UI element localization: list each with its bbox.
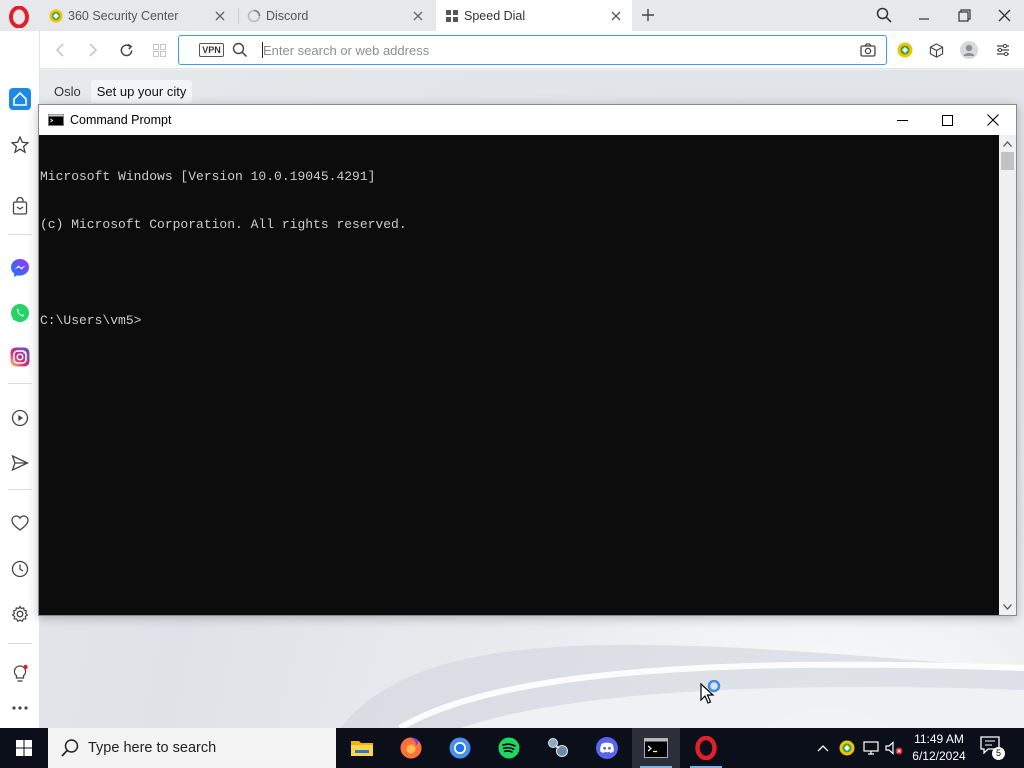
city-name: Oslo [54, 83, 81, 99]
heart-icon[interactable] [8, 511, 32, 535]
windows-icon [16, 740, 32, 756]
opera-menu-icon[interactable] [8, 6, 30, 28]
360-security-icon [48, 8, 64, 24]
opera-taskbar-icon[interactable] [682, 728, 730, 768]
home-icon[interactable] [8, 87, 32, 111]
sidebar-divider [8, 383, 32, 384]
restore-browser-button[interactable] [949, 2, 979, 28]
taskbar: Type here to search 11:49 AM 6/12/2024 5 [0, 728, 1024, 768]
tab-label: Speed Dial [464, 8, 526, 23]
taskbar-search-box[interactable]: Type here to search [48, 728, 336, 768]
volume-muted-icon[interactable] [885, 738, 903, 758]
more-icon[interactable] [8, 696, 32, 720]
mouse-cursor-icon [700, 680, 721, 704]
scroll-up-icon[interactable] [999, 135, 1016, 152]
sidebar-divider [8, 234, 32, 235]
whatsapp-icon[interactable] [8, 301, 32, 325]
clock-time: 11:49 AM [914, 732, 964, 746]
tab-discord[interactable]: Discord [238, 0, 434, 31]
network-app-icon[interactable] [534, 728, 582, 768]
cmd-minimize-button[interactable] [879, 105, 925, 135]
sidebar-divider [8, 643, 32, 644]
instagram-icon[interactable] [8, 345, 32, 369]
search-icon [232, 42, 248, 58]
camera-icon[interactable] [860, 42, 876, 58]
tab-speed-dial[interactable]: Speed Dial [436, 0, 632, 31]
network-icon[interactable] [862, 738, 880, 758]
send-icon[interactable] [8, 451, 32, 475]
360-extension-icon[interactable] [896, 41, 914, 59]
speed-dial-grid-button[interactable] [148, 39, 170, 61]
discord-icon[interactable] [583, 728, 631, 768]
shopping-icon[interactable] [8, 194, 32, 218]
cmd-title: Command Prompt [70, 113, 172, 127]
minimize-browser-button[interactable] [909, 2, 939, 28]
scroll-thumb[interactable] [1001, 152, 1014, 170]
close-tab-icon[interactable] [410, 8, 426, 24]
tab-360-security-center[interactable]: 360 Security Center [40, 0, 236, 31]
clock-date: 6/12/2024 [912, 749, 966, 763]
action-center-button[interactable]: 5 [980, 736, 1005, 760]
sidebar-divider [8, 489, 32, 490]
easy-setup-icon[interactable] [994, 41, 1012, 59]
taskbar-search-placeholder: Type here to search [88, 740, 217, 756]
loading-spinner-icon [246, 8, 262, 24]
search-icon [61, 739, 79, 757]
cmd-console-output[interactable]: Microsoft Windows [Version 10.0.19045.42… [39, 135, 999, 615]
firefox-icon[interactable] [387, 728, 435, 768]
messenger-icon[interactable] [8, 256, 32, 280]
extensions-cube-icon[interactable] [927, 41, 945, 59]
notification-count-badge: 5 [992, 747, 1005, 760]
chrome-icon[interactable] [436, 728, 484, 768]
cmd-scrollbar[interactable] [999, 135, 1016, 615]
opera-sidebar [0, 31, 40, 728]
cmd-title-bar[interactable]: Command Prompt [39, 105, 1016, 135]
new-tab-button[interactable] [638, 5, 658, 25]
console-prompt: C:\Users\vm5> [40, 313, 142, 328]
start-button[interactable] [0, 728, 48, 768]
speed-dial-grid-icon [444, 8, 460, 24]
search-tabs-button[interactable] [869, 2, 899, 28]
tab-label: Discord [266, 8, 309, 23]
pinboard-icon[interactable] [8, 133, 32, 157]
weather-city-bar: Oslo Set up your city [48, 78, 193, 104]
cmd-taskbar-icon[interactable] [632, 728, 680, 768]
reload-button[interactable] [115, 39, 137, 61]
show-hidden-icons-icon[interactable] [814, 738, 832, 758]
address-input[interactable] [263, 40, 823, 60]
close-tab-icon[interactable] [608, 8, 624, 24]
scroll-down-icon[interactable] [999, 598, 1016, 615]
tab-label: 360 Security Center [68, 8, 179, 23]
settings-icon[interactable] [8, 602, 32, 626]
cmd-maximize-button[interactable] [924, 105, 970, 135]
file-explorer-icon[interactable] [338, 728, 386, 768]
command-prompt-window[interactable]: Command Prompt Microsoft Windows [Versio… [38, 104, 1017, 616]
cmd-close-button[interactable] [970, 105, 1016, 135]
vpn-badge[interactable]: VPN [199, 43, 224, 57]
system-clock[interactable]: 11:49 AM 6/12/2024 [905, 731, 973, 765]
close-browser-button[interactable] [989, 2, 1019, 28]
profile-avatar-icon[interactable] [960, 41, 978, 59]
history-icon[interactable] [8, 557, 32, 581]
close-tab-icon[interactable] [212, 8, 228, 24]
console-line: Microsoft Windows [Version 10.0.19045.42… [40, 169, 376, 184]
back-button[interactable] [49, 39, 71, 61]
cmd-icon [48, 114, 64, 126]
spotify-icon[interactable] [485, 728, 533, 768]
address-bar-row: VPN [40, 31, 1024, 69]
console-line: (c) Microsoft Corporation. All rights re… [40, 217, 407, 232]
set-up-city-button[interactable]: Set up your city [90, 79, 193, 103]
forward-button[interactable] [82, 39, 104, 61]
tips-icon[interactable] [8, 662, 32, 686]
player-icon[interactable] [8, 406, 32, 430]
address-bar[interactable]: VPN [178, 35, 887, 65]
360-tray-icon[interactable] [838, 738, 856, 758]
tab-bar: 360 Security Center Discord Speed Dial [0, 0, 1024, 31]
